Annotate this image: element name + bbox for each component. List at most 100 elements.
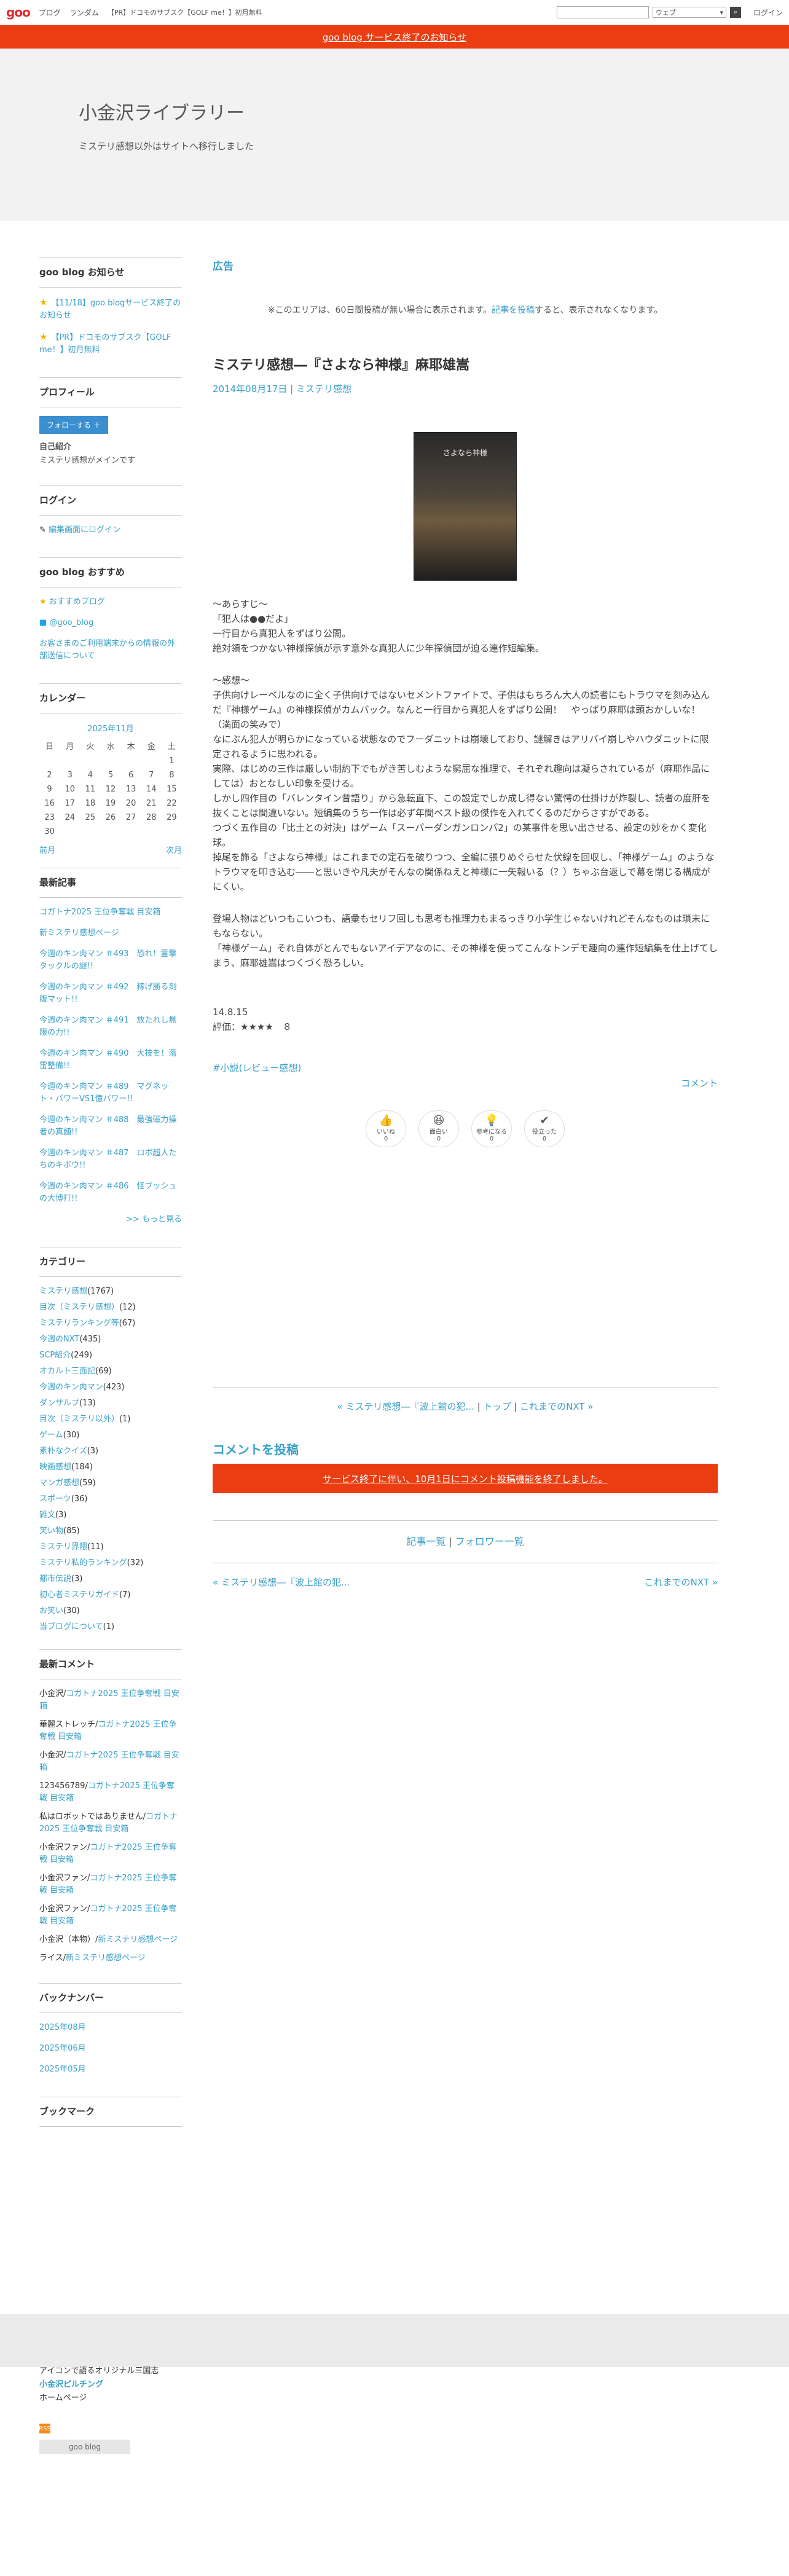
backnumber-item[interactable]: 2025年05月: [39, 2064, 182, 2076]
notice-item[interactable]: 【PR】ドコモのサブスク【GOLF me！】初月無料: [39, 331, 182, 356]
calendar-month[interactable]: 2025年11月: [39, 722, 182, 734]
footer-link[interactable]: 小金沢ピルチング: [39, 2378, 224, 2392]
category-link[interactable]: オカルト三面記: [39, 1367, 95, 1376]
category-link[interactable]: 今週のキン肉マン: [39, 1383, 103, 1392]
calendar-day[interactable]: 13: [121, 782, 141, 796]
recent-article-link[interactable]: コガトナ2025 王位争奪戦 目安箱: [39, 906, 182, 919]
category-link[interactable]: 笑い物: [39, 1526, 63, 1536]
calendar-day[interactable]: 5: [100, 768, 120, 782]
goo-logo[interactable]: goo: [6, 5, 31, 20]
next-entry-link[interactable]: これまでのNXT »: [520, 1401, 593, 1412]
post-article-link[interactable]: 記事を投稿: [492, 305, 535, 315]
service-end-link[interactable]: goo blog サービス終了のお知らせ: [323, 31, 467, 44]
calendar-day[interactable]: 20: [121, 796, 141, 811]
calendar-day[interactable]: 14: [141, 782, 162, 796]
calendar-day[interactable]: 22: [162, 796, 182, 811]
calendar-next[interactable]: 次月: [166, 844, 182, 855]
category-link[interactable]: 今週のNXT: [39, 1335, 79, 1344]
recent-article-link[interactable]: 今週のキン肉マン ＃490 大技を！落雷整備!!: [39, 1048, 182, 1072]
reaction-button[interactable]: 😆 面白い 0: [418, 1110, 459, 1147]
category-link[interactable]: ミステリランキング等: [39, 1319, 119, 1328]
category-link[interactable]: お笑い: [39, 1606, 63, 1616]
recent-article-link[interactable]: 今週のキン肉マン ＃486 怪ブッシュの大博打!!: [39, 1180, 182, 1205]
nav-item-random[interactable]: ランダム: [69, 7, 99, 18]
comment-article-link[interactable]: 新ミステリ感想ページ: [66, 1954, 146, 1963]
prev-entry-link[interactable]: « ミステリ感想―『波上館の犯...: [337, 1401, 474, 1412]
category-link[interactable]: 雑文: [39, 1510, 55, 1520]
calendar-day[interactable]: 7: [141, 768, 162, 782]
calendar-day[interactable]: 28: [141, 811, 162, 825]
search-scope-select[interactable]: ウェブ ▾: [652, 7, 726, 18]
rss-icon[interactable]: RSS: [39, 2424, 51, 2433]
top-link[interactable]: トップ: [483, 1401, 511, 1412]
calendar-day[interactable]: 29: [162, 811, 182, 825]
comment-post-message[interactable]: サービス終了に伴い、10月1日にコメント投稿機能を終了しました。: [323, 1472, 608, 1485]
goo-blog-badge[interactable]: goo blog: [39, 2440, 130, 2454]
blog-title[interactable]: 小金沢ライブラリー: [79, 98, 789, 125]
category-link[interactable]: 都市伝説: [39, 1574, 71, 1584]
calendar-day[interactable]: 24: [60, 811, 80, 825]
login-link[interactable]: ログイン: [753, 7, 783, 18]
calendar-day[interactable]: 16: [39, 796, 60, 811]
recent-article-link[interactable]: 今週のキン肉マン ＃487 ロボ超人たちのキボウ!!: [39, 1147, 182, 1172]
edit-login-link[interactable]: ✎ 編集画面にログイン: [39, 524, 182, 536]
article-list-link[interactable]: 記事一覧: [406, 1536, 446, 1547]
search-input[interactable]: [556, 6, 649, 18]
recent-article-link[interactable]: 今週のキン肉マン ＃489 マグネット・パワーVS1億パワー!!: [39, 1081, 182, 1105]
calendar-day[interactable]: 19: [100, 796, 120, 811]
calendar-day[interactable]: 11: [80, 782, 100, 796]
recent-article-link[interactable]: 今週のキン肉マン ＃493 恐れ！霊撃タックルの謎!!: [39, 948, 182, 973]
follower-list-link[interactable]: フォロワー一覧: [455, 1536, 524, 1547]
calendar-day[interactable]: 21: [141, 796, 162, 811]
calendar-day[interactable]: 3: [60, 768, 80, 782]
category-link[interactable]: 目次（ミステリ感想）: [39, 1303, 119, 1312]
recent-article-link[interactable]: 今週のキン肉マン ＃492 稼げ勝る刻腹マット!!: [39, 981, 182, 1006]
calendar-day[interactable]: 6: [121, 768, 141, 782]
calendar-day[interactable]: 15: [162, 782, 182, 796]
category-link[interactable]: ミステリ感想: [39, 1287, 87, 1296]
nav-promo-link[interactable]: 【PR】ドコモのサブスク【GOLF me！】初月無料: [108, 7, 262, 17]
search-icon[interactable]: ⌕: [729, 7, 741, 18]
category-link[interactable]: 目次（ミステリ以外）: [39, 1415, 119, 1424]
calendar-day[interactable]: 10: [60, 782, 80, 796]
comment-article-link[interactable]: 新ミステリ感想ページ: [98, 1935, 178, 1944]
recent-article-link[interactable]: 今週のキン肉マン ＃491 放たれし無限の力!!: [39, 1015, 182, 1039]
notice-item[interactable]: 【11/18】goo blogサービス終了のお知らせ: [39, 296, 182, 322]
calendar-day[interactable]: 30: [39, 825, 60, 839]
recent-article-link[interactable]: 今週のキン肉マン ＃488 最強磁力操者の真髄!!: [39, 1114, 182, 1139]
category-link[interactable]: ミステリ界隈: [39, 1542, 87, 1552]
calendar-day[interactable]: 4: [80, 768, 100, 782]
category-link[interactable]: 初心者ミステリガイド: [39, 1590, 119, 1600]
calendar-day[interactable]: 23: [39, 811, 60, 825]
category-link[interactable]: 映画感想: [39, 1463, 71, 1472]
calendar-day[interactable]: 18: [80, 796, 100, 811]
recent-more-link[interactable]: >> もっと見る: [39, 1214, 182, 1226]
backnumber-item[interactable]: 2025年06月: [39, 2043, 182, 2055]
reaction-button[interactable]: 👍 いいね 0: [366, 1110, 406, 1147]
calendar-prev[interactable]: 前月: [39, 844, 55, 855]
recent-article-link[interactable]: 新ミステリ感想ページ: [39, 927, 182, 940]
category-link[interactable]: マンガ感想: [39, 1478, 79, 1488]
entry-comment-link[interactable]: コメント: [213, 1077, 718, 1090]
twitter-link[interactable]: ■ @goo_blog: [39, 617, 182, 629]
nav-item-blog[interactable]: ブログ: [39, 7, 61, 18]
bottom-next-link[interactable]: これまでのNXT »: [645, 1576, 718, 1588]
category-link[interactable]: ダンサルプ: [39, 1399, 79, 1408]
calendar-day[interactable]: 27: [121, 811, 141, 825]
category-link[interactable]: スポーツ: [39, 1494, 71, 1504]
book-cover-image[interactable]: さよなら神様: [414, 432, 517, 581]
reaction-button[interactable]: ✔ 役立った 0: [524, 1110, 565, 1147]
calendar-day[interactable]: 12: [100, 782, 120, 796]
external-info-link[interactable]: お客さまのご利用端末からの情報の外部送信について: [39, 638, 182, 662]
calendar-day[interactable]: 8: [162, 768, 182, 782]
calendar-day[interactable]: 25: [80, 811, 100, 825]
category-link[interactable]: ミステリ私的ランキング: [39, 1558, 127, 1568]
calendar-day[interactable]: 17: [60, 796, 80, 811]
follow-button[interactable]: フォローする ＋: [39, 416, 108, 434]
category-link[interactable]: 素朴なクイズ: [39, 1447, 87, 1456]
entry-title[interactable]: ミステリ感想―『さよなら神様』麻耶雄嵩: [213, 354, 718, 374]
category-link[interactable]: ゲーム: [39, 1431, 63, 1440]
calendar-day[interactable]: 26: [100, 811, 120, 825]
entry-category-link[interactable]: ミステリ感想: [296, 383, 351, 395]
bottom-prev-link[interactable]: « ミステリ感想―『波上館の犯...: [213, 1576, 350, 1588]
